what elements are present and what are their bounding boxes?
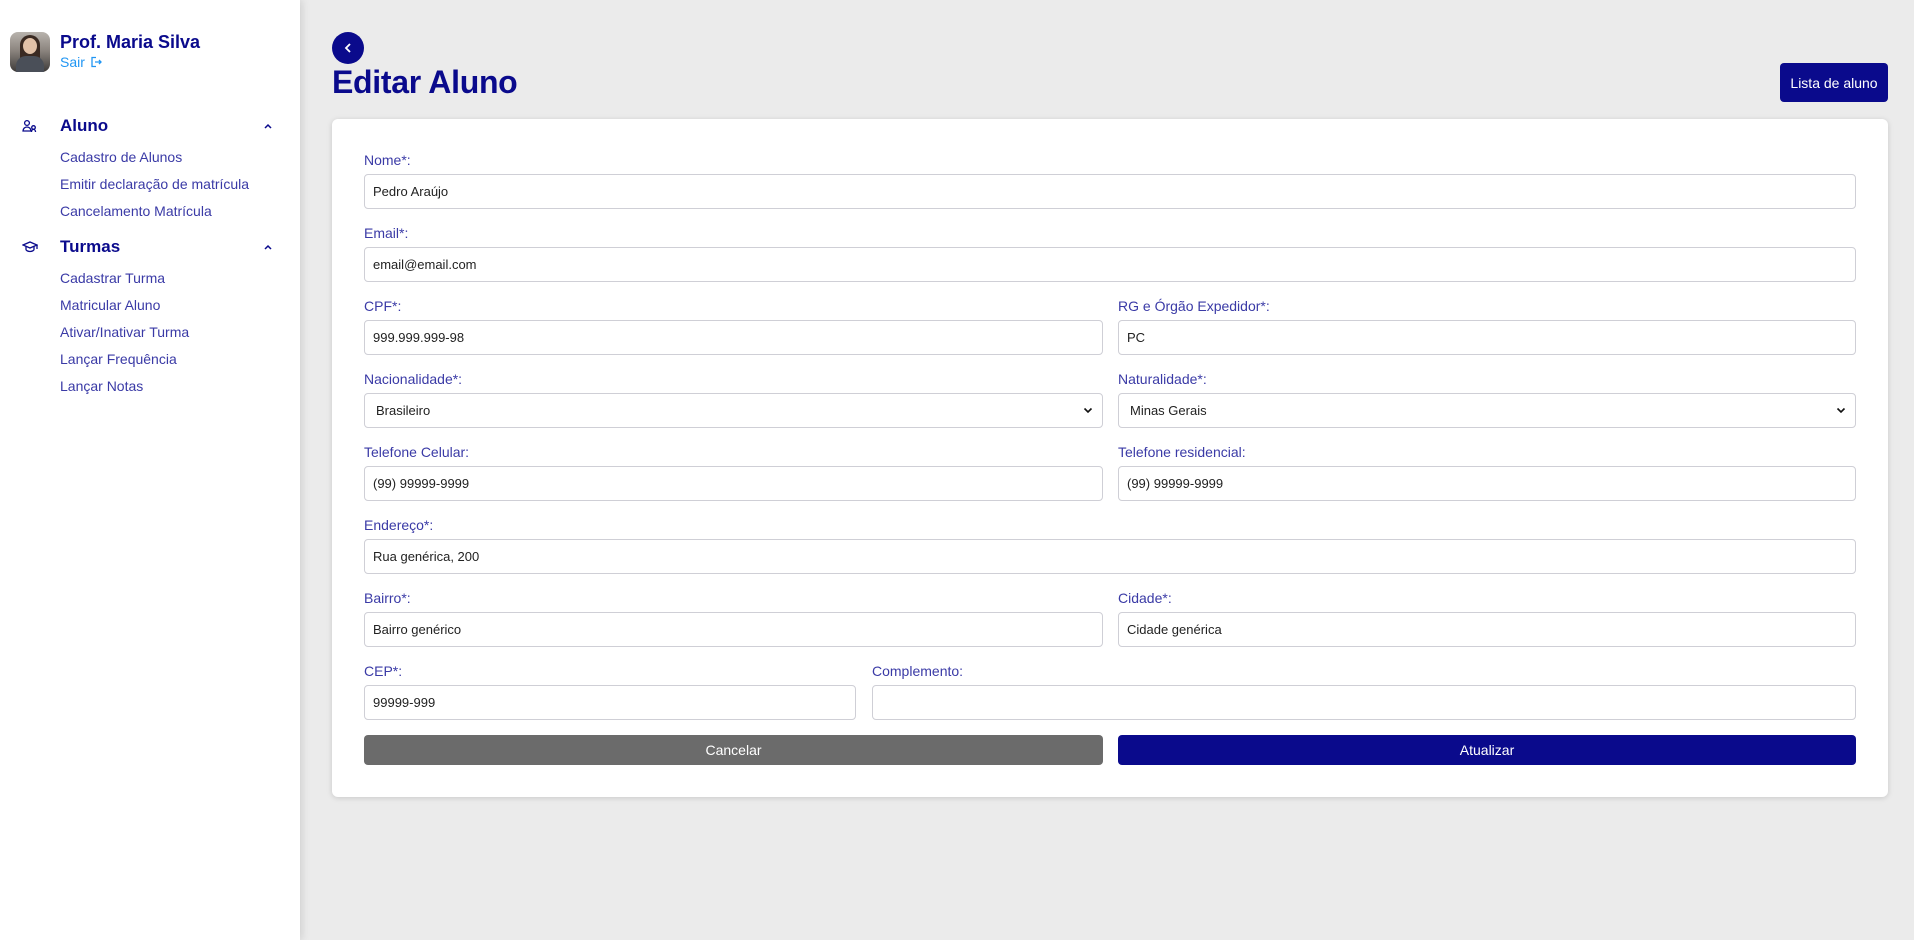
- field-rg: RG e Órgão Expedidor*:: [1118, 297, 1856, 355]
- cidade-label: Cidade*:: [1118, 590, 1172, 606]
- email-label: Email*:: [364, 225, 409, 241]
- sidebar-item-matricular-aluno[interactable]: Matricular Aluno: [60, 296, 300, 323]
- telefone-celular-label: Telefone Celular:: [364, 444, 470, 460]
- sidebar-item-cancelamento-matricula[interactable]: Cancelamento Matrícula: [60, 202, 300, 229]
- field-naturalidade: Naturalidade*: Minas Gerais: [1118, 370, 1856, 428]
- field-endereco: Endereço*:: [364, 516, 1856, 574]
- sidebar-item-cadastro-de-alunos[interactable]: Cadastro de Alunos: [60, 148, 300, 175]
- page-title: Editar Aluno: [332, 64, 518, 100]
- field-nacionalidade: Nacionalidade*: Brasileiro: [364, 370, 1103, 428]
- user-profile: Prof. Maria Silva Sair: [10, 32, 200, 72]
- field-complemento: Complemento:: [872, 662, 1856, 720]
- menu-title-turmas: Turmas: [60, 237, 121, 256]
- telefone-celular-input[interactable]: [364, 466, 1103, 501]
- field-telefone-residencial: Telefone residencial:: [1118, 443, 1856, 501]
- endereco-label: Endereço*:: [364, 517, 434, 533]
- telefone-residencial-input[interactable]: [1118, 466, 1856, 501]
- menu-section-aluno: Aluno Cadastro de Alunos Emitir declaraç…: [0, 114, 300, 229]
- logout-label: Sair: [60, 54, 85, 70]
- field-nome: Nome*:: [364, 151, 1856, 209]
- edit-student-form: Nome*: Email*: CPF*: RG e Órgão Expedido…: [332, 119, 1888, 797]
- back-button[interactable]: [332, 32, 364, 64]
- graduation-cap-icon: [22, 240, 40, 254]
- nome-input[interactable]: [364, 174, 1856, 209]
- sidebar-item-lancar-notas[interactable]: Lançar Notas: [60, 377, 300, 404]
- field-telefone-celular: Telefone Celular:: [364, 443, 1103, 501]
- email-input[interactable]: [364, 247, 1856, 282]
- nacionalidade-label: Nacionalidade*:: [364, 371, 463, 387]
- telefone-residencial-label: Telefone residencial:: [1118, 444, 1246, 460]
- field-cidade: Cidade*:: [1118, 589, 1856, 647]
- bairro-input[interactable]: [364, 612, 1103, 647]
- menu-title-aluno: Aluno: [60, 116, 109, 135]
- endereco-input[interactable]: [364, 539, 1856, 574]
- chevron-up-icon[interactable]: [263, 123, 273, 130]
- student-list-button[interactable]: Lista de aluno: [1780, 63, 1888, 102]
- update-button[interactable]: Atualizar: [1118, 735, 1856, 765]
- complemento-label: Complemento:: [872, 663, 964, 679]
- rg-input[interactable]: [1118, 320, 1856, 355]
- naturalidade-select[interactable]: Minas Gerais: [1118, 393, 1856, 428]
- sidebar-item-cadastrar-turma[interactable]: Cadastrar Turma: [60, 269, 300, 296]
- avatar: [10, 32, 50, 72]
- field-bairro: Bairro*:: [364, 589, 1103, 647]
- nacionalidade-select[interactable]: Brasileiro: [364, 393, 1103, 428]
- chevron-up-icon[interactable]: [263, 244, 273, 251]
- profile-name: Prof. Maria Silva: [60, 32, 201, 52]
- field-cpf: CPF*:: [364, 297, 1103, 355]
- students-icon: [22, 119, 40, 133]
- sidebar: Prof. Maria Silva Sair Aluno Cadastro de…: [0, 0, 300, 940]
- chevron-left-icon: [344, 43, 351, 53]
- logout-link[interactable]: Sair: [60, 54, 200, 70]
- logout-icon: [91, 56, 102, 68]
- menu-header-aluno[interactable]: Aluno: [0, 114, 300, 138]
- menu-header-turmas[interactable]: Turmas: [0, 235, 300, 259]
- nome-label: Nome*:: [364, 152, 411, 168]
- field-email: Email*:: [364, 224, 1856, 282]
- field-cep: CEP*:: [364, 662, 856, 720]
- bairro-label: Bairro*:: [364, 590, 411, 606]
- cpf-label: CPF*:: [364, 298, 402, 314]
- cpf-input[interactable]: [364, 320, 1103, 355]
- cep-label: CEP*:: [364, 663, 403, 679]
- cidade-input[interactable]: [1118, 612, 1856, 647]
- cancel-button[interactable]: Cancelar: [364, 735, 1103, 765]
- menu-section-turmas: Turmas Cadastrar Turma Matricular Aluno …: [0, 235, 300, 404]
- naturalidade-label: Naturalidade*:: [1118, 371, 1207, 387]
- sidebar-item-ativar-inativar-turma[interactable]: Ativar/Inativar Turma: [60, 323, 300, 350]
- complemento-input[interactable]: [872, 685, 1856, 720]
- cep-input[interactable]: [364, 685, 856, 720]
- sidebar-item-emitir-declaracao[interactable]: Emitir declaração de matrícula: [60, 175, 300, 202]
- rg-label: RG e Órgão Expedidor*:: [1118, 298, 1270, 314]
- sidebar-item-lancar-frequencia[interactable]: Lançar Frequência: [60, 350, 300, 377]
